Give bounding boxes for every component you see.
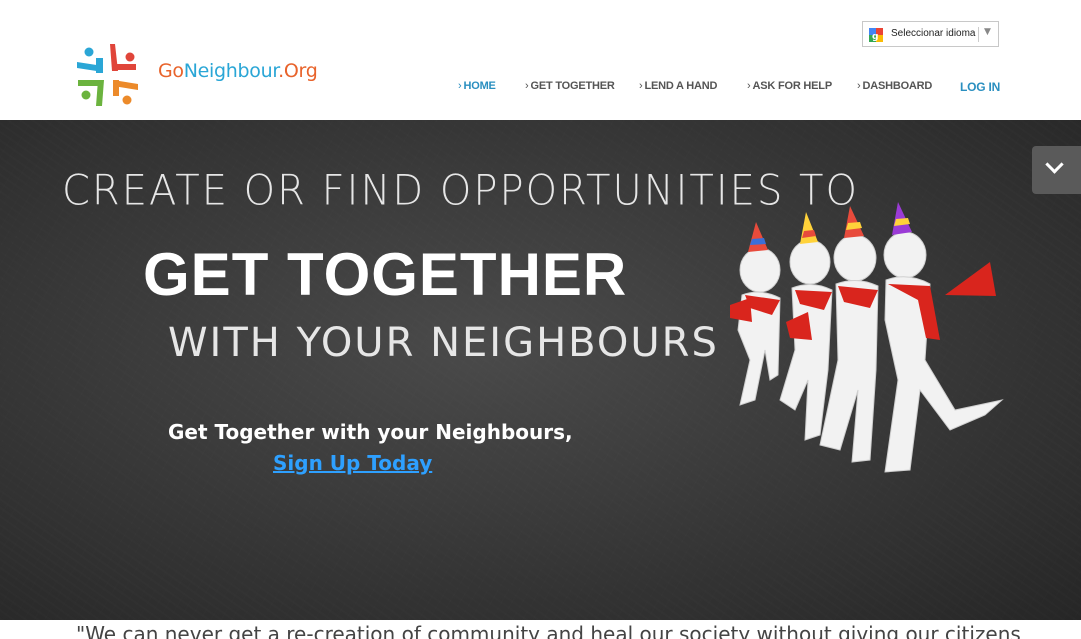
chevron-right-icon: › — [747, 80, 751, 92]
chevron-right-icon: › — [525, 80, 529, 92]
hero-line3: WITH YOUR NEIGHBOURS — [168, 320, 719, 366]
nav-home[interactable]: › HOME — [458, 80, 496, 92]
nav-login[interactable]: LOG IN — [960, 80, 1000, 94]
quote-text: "We can never get a re-creation of commu… — [76, 622, 1021, 639]
logo-icon[interactable] — [72, 40, 144, 112]
brand-neighbour: Neighbour — [183, 60, 279, 82]
scroll-down-button[interactable] — [1032, 146, 1081, 194]
hero-title: GET TOGETHER — [143, 241, 628, 308]
language-selector[interactable]: g Seleccionar idioma ▼ — [862, 21, 999, 47]
nav-ask-for-help-label: ASK FOR HELP — [752, 80, 832, 92]
signup-link[interactable]: Sign Up Today — [273, 451, 432, 475]
language-separator — [978, 27, 979, 42]
dropdown-arrow-icon: ▼ — [984, 27, 991, 37]
google-translate-icon: g — [868, 27, 884, 43]
brand-org: .Org — [278, 60, 318, 82]
svg-text:g: g — [872, 32, 878, 42]
chevron-right-icon: › — [458, 80, 462, 92]
language-label: Seleccionar idioma — [891, 28, 976, 39]
quote-strip: "We can never get a re-creation of commu… — [0, 620, 1081, 639]
hero-cta-text: Get Together with your Neighbours, — [168, 420, 573, 444]
chevron-right-icon: › — [639, 80, 643, 92]
chevron-down-icon — [1045, 155, 1064, 174]
brand-go: Go — [158, 60, 184, 82]
nav-dashboard[interactable]: › DASHBOARD — [857, 80, 932, 92]
nav-home-label: HOME — [463, 80, 496, 92]
party-figures-image — [730, 202, 1004, 473]
nav-dashboard-label: DASHBOARD — [862, 80, 933, 92]
nav-get-together[interactable]: › GET TOGETHER — [525, 80, 615, 92]
nav-ask-for-help[interactable]: › ASK FOR HELP — [747, 80, 832, 92]
site-header: GoNeighbour.Org g Seleccionar idioma ▼ ›… — [0, 0, 1081, 120]
chevron-right-icon: › — [857, 80, 861, 92]
nav-get-together-label: GET TOGETHER — [530, 80, 615, 92]
brand-name[interactable]: GoNeighbour.Org — [158, 60, 318, 82]
nav-lend-a-hand-label: LEND A HAND — [644, 80, 718, 92]
nav-lend-a-hand[interactable]: › LEND A HAND — [639, 80, 717, 92]
